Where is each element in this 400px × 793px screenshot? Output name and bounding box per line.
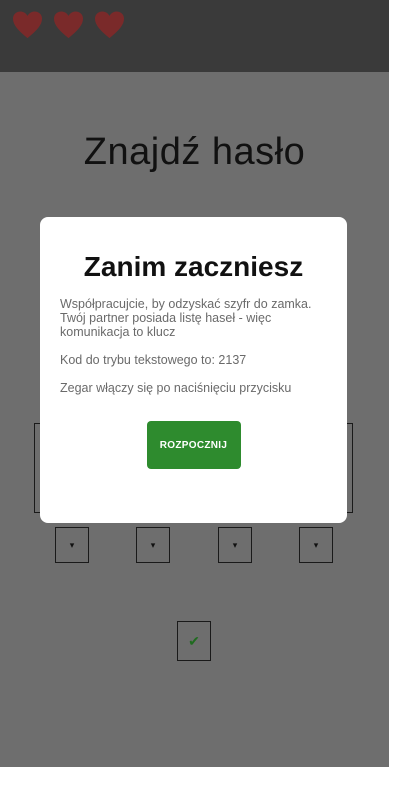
confirm-button[interactable]: ✔ — [177, 621, 211, 661]
heart-icon — [53, 11, 84, 39]
start-dialog: Zanim zaczniesz Współpracujcie, by odzys… — [40, 217, 347, 523]
heart-icon — [12, 11, 43, 39]
dialog-title: Zanim zaczniesz — [83, 251, 304, 282]
chevron-down-icon: ▾ — [313, 539, 319, 550]
code-dropdown[interactable]: ▾ — [136, 527, 170, 563]
code-dropdown[interactable]: ▾ — [299, 527, 333, 563]
page-title: Znajdź hasło — [83, 131, 306, 173]
dialog-intro: Współpracujcie, by odzyskać szyfr do zam… — [60, 297, 312, 339]
code-dropdown[interactable]: ▾ — [218, 527, 252, 563]
text-mode-code: Kod do trybu tekstowego to: 2137 — [60, 353, 247, 367]
chevron-down-icon: ▾ — [69, 539, 75, 550]
chevron-down-icon: ▾ — [232, 539, 238, 550]
code-dropdown[interactable]: ▾ — [55, 527, 89, 563]
checkmark-icon: ✔ — [188, 632, 200, 649]
timer-note: Zegar włączy się po naciśnięciu przycisk… — [60, 381, 292, 395]
chevron-down-icon: ▾ — [150, 539, 156, 550]
top-bar — [0, 0, 389, 72]
lives-indicator — [12, 10, 125, 41]
bottom-margin — [0, 767, 400, 793]
app-screen: Znajdź hasło ▾ ▾ ▾ ▾ ✔ Zanim zaczniesz W… — [0, 0, 389, 767]
start-button[interactable]: ROZPOCZNIJ — [146, 421, 241, 469]
heart-icon — [94, 11, 125, 39]
side-margin — [389, 0, 400, 793]
